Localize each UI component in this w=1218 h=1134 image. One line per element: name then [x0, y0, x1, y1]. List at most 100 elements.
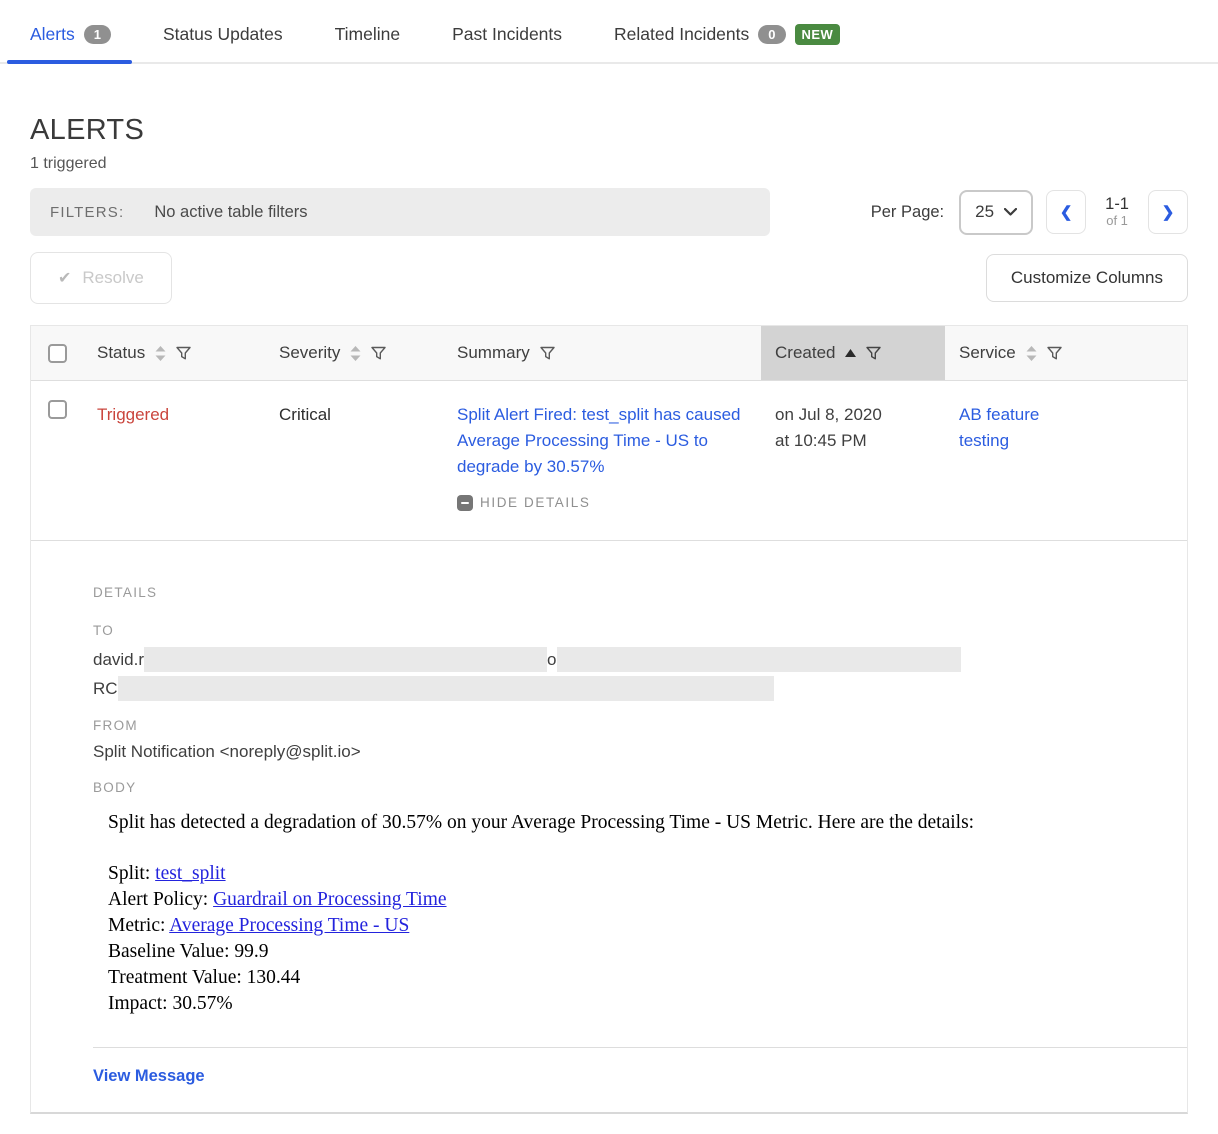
- tab-status-updates[interactable]: Status Updates: [163, 24, 283, 62]
- page-range-values: 1-1: [1105, 195, 1129, 214]
- column-header-created[interactable]: Created: [761, 326, 945, 380]
- baseline-field-label: Baseline Value:: [108, 941, 234, 962]
- filter-funnel-icon[interactable]: [540, 346, 555, 361]
- status-cell: Triggered: [83, 381, 265, 540]
- created-cell: on Jul 8, 2020 at 10:45 PM: [761, 381, 945, 540]
- tab-status-updates-label: Status Updates: [163, 24, 283, 45]
- redaction-block: [118, 676, 774, 701]
- filter-funnel-icon[interactable]: [866, 346, 881, 361]
- metric-field-label: Metric:: [108, 915, 169, 936]
- page-range-total: of 1: [1105, 214, 1129, 229]
- column-header-summary[interactable]: Summary: [443, 326, 761, 380]
- filters-bar[interactable]: FILTERS: No active table filters: [30, 188, 770, 236]
- page-title: ALERTS: [30, 114, 1188, 147]
- sort-arrows-icon[interactable]: [350, 346, 361, 361]
- email-treatment-line: Treatment Value: 130.44: [108, 965, 1187, 991]
- email-baseline-line: Baseline Value: 99.9: [108, 939, 1187, 965]
- sort-arrows-icon[interactable]: [155, 346, 166, 361]
- column-header-service[interactable]: Service: [945, 326, 1187, 380]
- email-impact-line: Impact: 30.57%: [108, 991, 1187, 1017]
- alerts-table: Status Severity Summary Created Service: [30, 325, 1188, 1114]
- chevron-down-icon: [1004, 208, 1017, 216]
- severity-column-label: Severity: [279, 343, 340, 363]
- checkmark-icon: ✔: [58, 268, 71, 288]
- split-link[interactable]: test_split: [155, 863, 225, 884]
- per-page-label: Per Page:: [871, 203, 944, 222]
- body-label: BODY: [93, 780, 1187, 795]
- to-recipients-line-2: RC: [93, 676, 1187, 701]
- new-feature-badge: NEW: [795, 24, 841, 45]
- email-metric-line: Metric: Average Processing Time - US: [108, 913, 1187, 939]
- alerts-count-badge: 1: [84, 25, 111, 44]
- next-page-button[interactable]: ❯: [1148, 190, 1188, 234]
- to-mid-text: o: [547, 650, 556, 670]
- service-link[interactable]: AB feature testing: [959, 402, 1074, 454]
- alert-row: Triggered Critical Split Alert Fired: te…: [31, 381, 1187, 541]
- severity-cell: Critical: [265, 381, 443, 540]
- details-section-label: DETAILS: [93, 585, 1187, 600]
- to-recipients-line-1: david.r o: [93, 647, 1187, 672]
- treatment-value: 130.44: [247, 967, 301, 988]
- status-column-label: Status: [97, 343, 145, 363]
- page-range: 1-1 of 1: [1099, 195, 1135, 229]
- filter-funnel-icon[interactable]: [371, 346, 386, 361]
- details-divider: [93, 1047, 1187, 1048]
- controls-row: FILTERS: No active table filters Per Pag…: [30, 188, 1188, 236]
- page-header: ALERTS 1 triggered: [30, 114, 1188, 173]
- split-field-label: Split:: [108, 863, 155, 884]
- view-message-link[interactable]: View Message: [93, 1067, 205, 1086]
- hide-details-label: HIDE DETAILS: [480, 490, 590, 516]
- incident-tabs: Alerts 1 Status Updates Timeline Past In…: [0, 0, 1218, 64]
- filter-funnel-icon[interactable]: [176, 346, 191, 361]
- filters-label: FILTERS:: [50, 204, 124, 221]
- email-policy-line: Alert Policy: Guardrail on Processing Ti…: [108, 887, 1187, 913]
- to-prefix-text: david.r: [93, 650, 144, 670]
- customize-columns-label: Customize Columns: [1011, 268, 1163, 288]
- column-header-severity[interactable]: Severity: [265, 326, 443, 380]
- triggered-count: 1 triggered: [30, 155, 1188, 173]
- alert-details-panel: DETAILS TO david.ro RC FROM Split Notifi…: [31, 541, 1187, 1112]
- policy-field-label: Alert Policy:: [108, 889, 213, 910]
- from-label: FROM: [93, 718, 1187, 733]
- tab-timeline-label: Timeline: [335, 24, 400, 45]
- per-page-select[interactable]: 25: [959, 190, 1033, 235]
- customize-columns-button[interactable]: Customize Columns: [986, 254, 1188, 302]
- chevron-right-icon: ❯: [1162, 203, 1175, 221]
- to-prefix-text-2: RC: [93, 679, 118, 699]
- from-value: Split Notification <noreply@split.io>: [93, 742, 1187, 762]
- sort-ascending-icon[interactable]: [845, 349, 856, 357]
- impact-value: 30.57%: [172, 993, 232, 1014]
- chevron-left-icon: ❮: [1060, 203, 1073, 221]
- tab-past-incidents[interactable]: Past Incidents: [452, 24, 562, 62]
- tab-alerts[interactable]: Alerts 1: [30, 24, 111, 62]
- per-page-value: 25: [975, 202, 994, 222]
- resolve-button[interactable]: ✔ Resolve: [30, 252, 172, 304]
- email-split-line: Split: test_split: [108, 861, 1187, 887]
- filters-status: No active table filters: [154, 203, 307, 222]
- sort-arrows-icon[interactable]: [1026, 346, 1037, 361]
- redaction-block: [144, 647, 547, 672]
- redaction-block: [557, 647, 961, 672]
- alert-summary-link[interactable]: Split Alert Fired: test_split has caused…: [457, 402, 742, 480]
- row-checkbox[interactable]: [48, 400, 67, 419]
- table-header-row: Status Severity Summary Created Service: [31, 326, 1187, 381]
- summary-column-label: Summary: [457, 343, 530, 363]
- pagination: Per Page: 25 ❮ 1-1 of 1 ❯: [871, 190, 1188, 235]
- tab-alerts-label: Alerts: [30, 24, 75, 45]
- hide-details-toggle[interactable]: HIDE DETAILS: [457, 490, 747, 516]
- prev-page-button[interactable]: ❮: [1046, 190, 1086, 234]
- column-header-status[interactable]: Status: [83, 326, 265, 380]
- select-all-checkbox[interactable]: [48, 344, 67, 363]
- alert-policy-link[interactable]: Guardrail on Processing Time: [213, 889, 446, 910]
- resolve-button-label: Resolve: [82, 268, 143, 288]
- tab-related-incidents[interactable]: Related Incidents 0 NEW: [614, 24, 840, 62]
- filter-funnel-icon[interactable]: [1047, 346, 1062, 361]
- created-column-label: Created: [775, 343, 835, 363]
- baseline-value: 99.9: [234, 941, 268, 962]
- actions-row: ✔ Resolve Customize Columns: [30, 252, 1188, 304]
- collapse-minus-icon: [457, 495, 473, 511]
- related-incidents-count-badge: 0: [758, 25, 785, 44]
- metric-link[interactable]: Average Processing Time - US: [169, 915, 409, 936]
- tab-timeline[interactable]: Timeline: [335, 24, 400, 62]
- email-intro-text: Split has detected a degradation of 30.5…: [108, 812, 1187, 834]
